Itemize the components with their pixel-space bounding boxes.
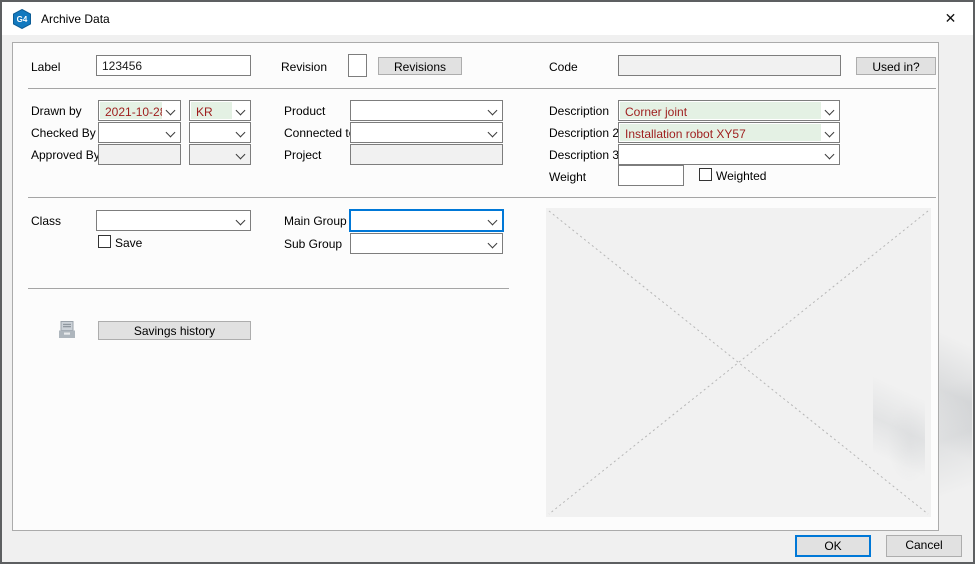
separator [28, 88, 936, 89]
description3-value [620, 146, 821, 163]
used-in-button[interactable]: Used in? [856, 57, 936, 75]
separator [28, 197, 936, 198]
approved-by-initials-value [191, 146, 232, 163]
drawn-by-initials-combo[interactable]: KR [189, 100, 251, 121]
chevron-down-icon [236, 216, 246, 226]
chevron-down-icon [236, 106, 246, 116]
save-checkbox[interactable] [98, 235, 111, 248]
title-bar: G4 Archive Data ✕ [2, 2, 973, 35]
code-caption: Code [549, 60, 578, 74]
empty-image-cross-icon [546, 208, 931, 517]
description2-combo[interactable]: Installation robot XY57 [618, 122, 840, 143]
revision-input[interactable] [348, 54, 367, 77]
description2-caption: Description 2 [549, 126, 619, 140]
chevron-down-icon [236, 150, 246, 160]
connected-to-caption: Connected to [284, 126, 355, 140]
drawn-by-date-value: 2021-10-28 [100, 102, 162, 119]
class-caption: Class [31, 214, 61, 228]
chevron-down-icon [488, 216, 498, 226]
description2-value: Installation robot XY57 [620, 124, 821, 141]
class-value [98, 212, 232, 229]
main-group-combo[interactable] [350, 210, 503, 231]
checked-by-date-value [100, 124, 162, 141]
chevron-down-icon [825, 150, 835, 160]
ok-button[interactable]: OK [795, 535, 871, 557]
archive-data-dialog: G4 Archive Data ✕ Label 123456 Revision … [0, 0, 975, 564]
part-image-placeholder [546, 208, 931, 517]
drawn-by-date-combo[interactable]: 2021-10-28 [98, 100, 181, 121]
weight-caption: Weight [549, 170, 586, 184]
save-checkbox-label: Save [115, 236, 142, 250]
chevron-down-icon [825, 106, 835, 116]
chevron-down-icon [166, 128, 176, 138]
connected-to-value [352, 124, 484, 141]
description-caption: Description [549, 104, 609, 118]
project-field [350, 144, 503, 165]
class-combo[interactable] [96, 210, 251, 231]
drawn-by-caption: Drawn by [31, 104, 82, 118]
dialog-body: Label 123456 Revision Revisions Code Use… [2, 35, 973, 562]
checked-by-initials-combo[interactable] [189, 122, 251, 143]
label-caption: Label [31, 60, 60, 74]
product-caption: Product [284, 104, 325, 118]
main-group-value [352, 212, 484, 229]
chevron-down-icon [825, 128, 835, 138]
label-input[interactable]: 123456 [96, 55, 251, 76]
description3-caption: Description 3 [549, 148, 619, 162]
close-icon[interactable]: ✕ [928, 2, 973, 35]
separator [28, 288, 509, 289]
approved-by-caption: Approved By [31, 148, 100, 162]
description3-combo[interactable] [618, 144, 840, 165]
window-title: Archive Data [41, 12, 110, 26]
checked-by-date-combo[interactable] [98, 122, 181, 143]
sub-group-combo[interactable] [350, 233, 503, 254]
sub-group-caption: Sub Group [284, 237, 342, 251]
main-group-caption: Main Group [284, 214, 347, 228]
cancel-button[interactable]: Cancel [886, 535, 962, 557]
approved-by-date-field [98, 144, 181, 165]
chevron-down-icon [236, 128, 246, 138]
chevron-down-icon [488, 106, 498, 116]
product-value [352, 102, 484, 119]
product-combo[interactable] [350, 100, 503, 121]
chevron-down-icon [488, 128, 498, 138]
description-value: Corner joint [620, 102, 821, 119]
revisions-button[interactable]: Revisions [378, 57, 462, 75]
revision-caption: Revision [281, 60, 327, 74]
code-input [618, 55, 841, 76]
connected-to-combo[interactable] [350, 122, 503, 143]
weighted-checkbox[interactable] [699, 168, 712, 181]
app-logo-icon: G4 [12, 9, 32, 29]
project-caption: Project [284, 148, 321, 162]
savings-history-button[interactable]: Savings history [98, 321, 251, 340]
form-panel: Label 123456 Revision Revisions Code Use… [12, 42, 939, 531]
printer-icon [56, 319, 78, 341]
approved-by-initials-combo[interactable] [189, 144, 251, 165]
weighted-checkbox-label: Weighted [716, 169, 766, 183]
checked-by-initials-value [191, 124, 232, 141]
checked-by-caption: Checked By [31, 126, 96, 140]
svg-text:G4: G4 [17, 15, 28, 24]
description-combo[interactable]: Corner joint [618, 100, 840, 121]
drawn-by-initials-value: KR [191, 102, 232, 119]
weight-input[interactable] [618, 165, 684, 186]
chevron-down-icon [488, 239, 498, 249]
sub-group-value [352, 235, 484, 252]
chevron-down-icon [166, 106, 176, 116]
